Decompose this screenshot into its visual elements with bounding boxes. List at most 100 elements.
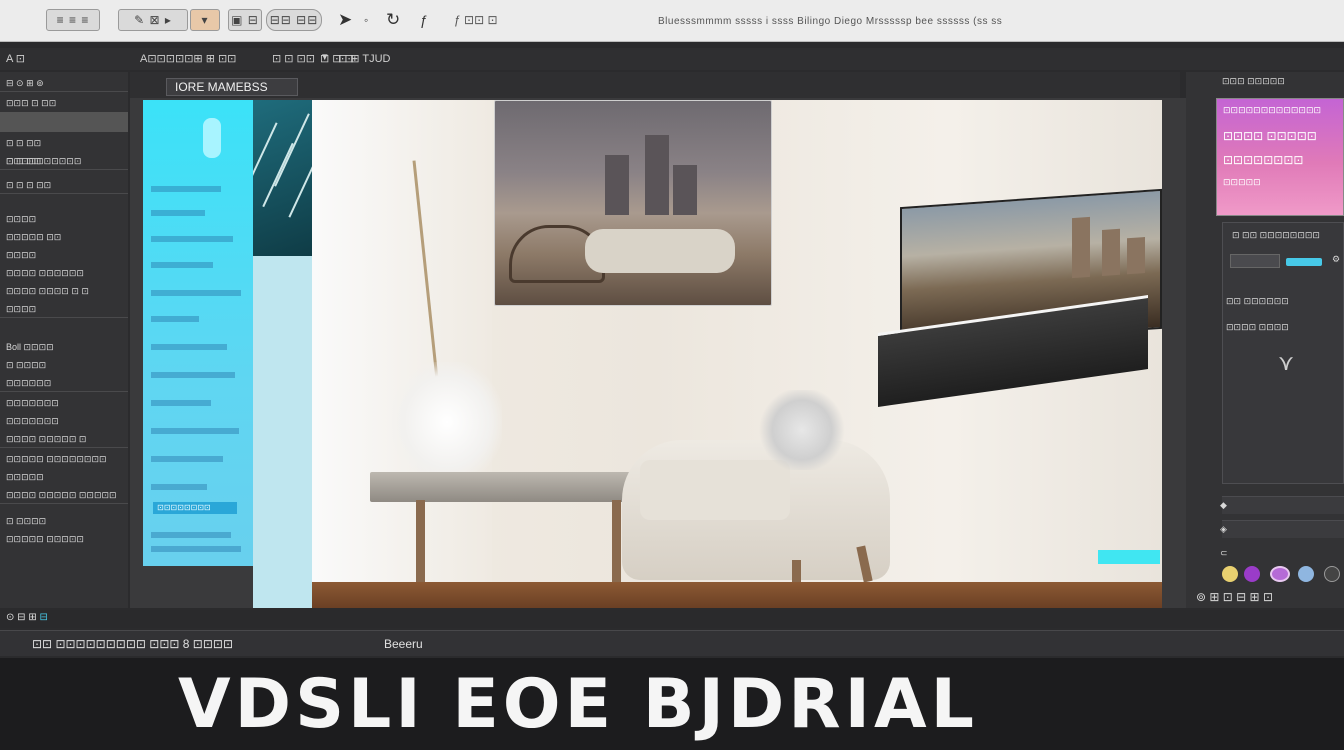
overlay-line [151,428,239,434]
grass-blade [253,122,278,178]
panel-header-label: ⊡⊡⊡ ⊡⊡⊡⊡⊡ [1222,76,1285,86]
preset-line: ⊡⊡⊡⊡⊡⊡⊡⊡ [1223,153,1304,167]
framed-artwork [494,100,772,306]
sidebar-row[interactable]: ⊡ ⊡ ⊡ ⊡⊡ [0,176,128,194]
tool-text: ƒ ⊡⊡ ⊡ [454,13,498,27]
preset-line: ⊡⊡⊡⊡ ⊡⊡⊡⊡⊡ [1223,129,1317,143]
tower-shape [645,135,669,215]
light-pill-shape [203,118,221,158]
menu-grid-button[interactable]: ≡ ≡ ≡ [46,9,100,31]
grass-blade [274,113,310,187]
swatch-yellow[interactable] [1222,566,1238,582]
sidebar-row[interactable]: ⊡⊡⊡⊡⊡ ⊡⊡ [0,228,128,246]
menu-bar[interactable]: Bluesssmmmm sssss i ssss Bilingo Diego M… [658,16,1028,27]
timeline-icons[interactable]: ⊙ ⊟ ⊞ ⊟ [6,612,48,623]
shape-icon: ◈ [1220,524,1227,534]
swatch-blue[interactable] [1298,566,1314,582]
grass-blade [288,162,312,218]
cyan-overlay-panel[interactable]: ⊡⊡⊡⊡⊡⊡⊡⊡ [143,100,253,566]
overlay-line [151,186,221,192]
wall-panel [312,100,492,582]
view-toggle-button[interactable]: ⊟⊟ ⊟⊟ [266,9,322,31]
sidebar-row[interactable]: ⊡⊡⊡⊡⊡ ⊡⊡⊡⊡⊡⊡⊡⊡ [0,450,128,468]
overlay-line [151,484,207,490]
layer-thumbnail[interactable] [0,112,128,132]
swatch-purple[interactable] [1244,566,1260,582]
bottom-icons[interactable]: ⊚ ⊞ ⊡ ⊟ ⊞ ⊡ [1196,590,1273,604]
sidebar-row[interactable]: ⊡⊡⊡⊡⊡⊡⊡ [0,412,128,430]
sidebar-row[interactable]: ⊡⊡⊡⊡ ⊡⊡⊡⊡⊡ ⊡⊡⊡⊡⊡ [0,486,128,504]
sidebar-row[interactable]: ⊡⊡⊡⊡⊡⊡⊡ [0,394,128,412]
text-tool-icon[interactable]: ƒ [420,9,428,31]
overlay-line [151,236,233,242]
preset-line: ⊡⊡⊡⊡⊡⊡⊡⊡⊡⊡⊡⊡⊡ [1223,105,1322,115]
status-text: ⊡⊡ ⊡⊡⊡⊡⊡⊡⊡⊡⊡ ⊡⊡⊡ 8 ⊡⊡⊡⊡ [32,637,233,651]
status-bar: ⊡⊡ ⊡⊡⊡⊡⊡⊡⊡⊡⊡ ⊡⊡⊡ 8 ⊡⊡⊡⊡ Beeeru [0,630,1344,656]
sidebar-row[interactable]: Boll ⊡⊡⊡⊡ [0,338,128,356]
overlay-line [151,400,211,406]
table-leg [612,500,621,582]
refresh-icon[interactable]: ↻ [386,9,400,31]
overlay-label[interactable]: ⊡⊡⊡⊡⊡⊡⊡⊡ [153,502,237,514]
options-text-group[interactable]: A⊡⊡⊡⊡⊡⊞ ⊞ ⊡⊡ [140,52,236,65]
sidebar-row[interactable]: ⊡⊡⊡⊡⊡ ⊡⊡⊡⊡⊡ [0,530,128,548]
sidebar-row[interactable]: ⊡ ⊡⊡⊡⊡ [0,356,128,374]
selection-marker[interactable] [1098,550,1160,564]
sidebar-row[interactable]: ⊡⊡⊡⊡⊡⊡ [0,374,128,392]
overlay-line [151,262,213,268]
overlay-line [151,546,241,552]
gear-icon[interactable]: ⚙ [1332,254,1340,265]
overlay-line [151,532,231,538]
grass-image-panel [253,100,312,256]
overlay-line [151,290,241,296]
sidebar-row[interactable]: ⊡⊡⊡⊡ [0,210,128,228]
armchair [622,440,890,580]
options-icon-group[interactable]: A ⊡ [6,52,25,65]
sidebar-row[interactable]: ⊡⊡⊡ ⊡ ⊡⊡ [0,94,128,112]
overlay-line [151,456,223,462]
panel-row[interactable] [1222,520,1344,538]
editor-window: ≡ ≡ ≡ ✎ ⊠ ▸ ▾ ▣ ⊟ ⊟⊟ ⊟⊟ ➤ ◦ ↻ ƒ ƒ ⊡⊡ ⊡ B… [0,0,1344,750]
swatch-violet[interactable] [1270,566,1290,582]
diamond-icon: ◆ [1220,500,1227,510]
banner-title: VDSLI EOE BJDRIAL [178,665,978,744]
sidebar-row[interactable]: ⊡⊡⊡⊡ ⊡⊡⊡⊡ ⊡ ⊡ [0,282,128,300]
dropdown-button[interactable]: ▾ [190,9,220,31]
sidebar-row[interactable]: ⊡ ⊡ ⊡⊡ ⊡⊡⊡⊡⊡ [0,152,128,170]
white-flowers [392,362,502,482]
sidebar-row[interactable]: ⊡⊡⊡⊡ ⊡⊡⊡⊡⊡⊡ [0,264,128,282]
settings-row-label: ⊡⊡⊡⊡ ⊡⊡⊡⊡ [1226,322,1289,332]
sidebar-row[interactable]: ⊡⊡⊡⊡ [0,300,128,318]
sidebar-row[interactable]: ⊡ ⊡⊡⊡⊡ [0,512,128,530]
edit-tools-button[interactable]: ✎ ⊠ ▸ [118,9,188,31]
options-mode-group[interactable]: ⊡ ⊞ TJUD [338,52,390,65]
building-shape [1102,228,1120,277]
settings-select[interactable] [1230,254,1280,268]
side-table [370,472,640,502]
room-photo[interactable] [312,100,1162,608]
sidebar-row[interactable]: ⊡⊡⊡⊡ [0,246,128,264]
node-graph-icon: ⋎ [1278,350,1295,375]
document-tab[interactable]: IORE MAMEBSS [166,78,298,96]
settings-title: ⊡ ⊡⊡ ⊡⊡⊡⊡⊡⊡⊡⊡ [1232,230,1320,240]
chevron-down-icon[interactable]: ▾ [322,50,328,63]
settings-slider[interactable] [1286,258,1322,266]
options-bar: A ⊡ A⊡⊡⊡⊡⊡⊞ ⊞ ⊡⊡ ⊡ ⊡ ⊡⊡ ⊡ ⊡ ⊡ ▾ ⊡ ⊞ TJUD [0,48,1344,70]
gradient-preset-card[interactable]: ⊡⊡⊡⊡⊡⊡⊡⊡⊡⊡⊡⊡⊡ ⊡⊡⊡⊡ ⊡⊡⊡⊡⊡ ⊡⊡⊡⊡⊡⊡⊡⊡ ⊡⊡⊡⊡⊡ [1216,98,1344,216]
sidebar-row[interactable]: ⊟ ⊙ ⊞ ⊚ [0,74,128,92]
top-toolbar: ≡ ≡ ≡ ✎ ⊠ ▸ ▾ ▣ ⊟ ⊟⊟ ⊟⊟ ➤ ◦ ↻ ƒ ƒ ⊡⊡ ⊡ B… [0,0,1344,42]
overlay-line [151,316,199,322]
panel-row[interactable] [1222,496,1344,514]
swatch-dark[interactable] [1324,566,1340,582]
sidebar-row[interactable]: ⊡⊡⊡⊡ ⊡⊡⊡⊡⊡ ⊡ [0,430,128,448]
dot-icon[interactable]: ◦ [364,9,368,31]
layout-button[interactable]: ▣ ⊟ [228,9,262,31]
overlay-line [151,344,227,350]
sidebar-row[interactable]: ⊡ ⊡ ⊡⊡ [0,134,128,152]
pointer-icon[interactable]: ➤ [338,9,352,31]
coral-ornament [758,390,846,470]
sidebar-row[interactable]: ⊡⊡⊡⊡⊡ [0,468,128,486]
options-align-group[interactable]: ⊡ ⊡ ⊡⊡ [272,52,315,65]
tower-shape [673,165,697,215]
